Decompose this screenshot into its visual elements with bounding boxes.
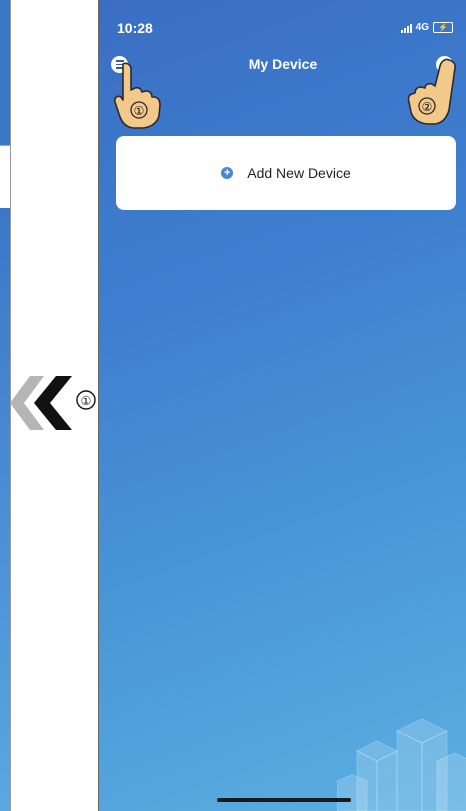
step-two-label: ② (422, 100, 433, 114)
status-indicators: 4G ⚡ (400, 22, 453, 33)
plus-circle-icon: + (221, 167, 234, 179)
signal-icon (400, 23, 412, 33)
double-chevron-left-icon: ① (10, 376, 96, 430)
add-new-device-card[interactable]: + Add New Device (116, 136, 456, 210)
hand-pointer-icon: ① (114, 62, 161, 129)
hand-annotation-one: ① (109, 60, 165, 130)
step-one-label: ① (134, 104, 145, 118)
add-new-device-label: Add New Device (247, 165, 351, 181)
home-indicator[interactable] (217, 798, 351, 802)
network-label: 4G (415, 22, 429, 33)
previous-screen-background (0, 208, 10, 811)
phone-screen: 10:28 4G ⚡ My Device + ① (98, 0, 466, 811)
city-illustration (337, 718, 466, 811)
status-bar: 10:28 4G ⚡ (99, 0, 466, 40)
arrow-step-label: ① (81, 394, 92, 408)
hand-annotation-two: ② (405, 56, 461, 126)
previous-screen-header (0, 0, 10, 145)
battery-charging-icon: ⚡ (433, 22, 453, 33)
back-arrow-annotation: ① (8, 372, 100, 434)
hand-pointer-icon: ② (407, 58, 456, 125)
status-time: 10:28 (117, 20, 153, 36)
previous-screen-card (0, 145, 10, 209)
